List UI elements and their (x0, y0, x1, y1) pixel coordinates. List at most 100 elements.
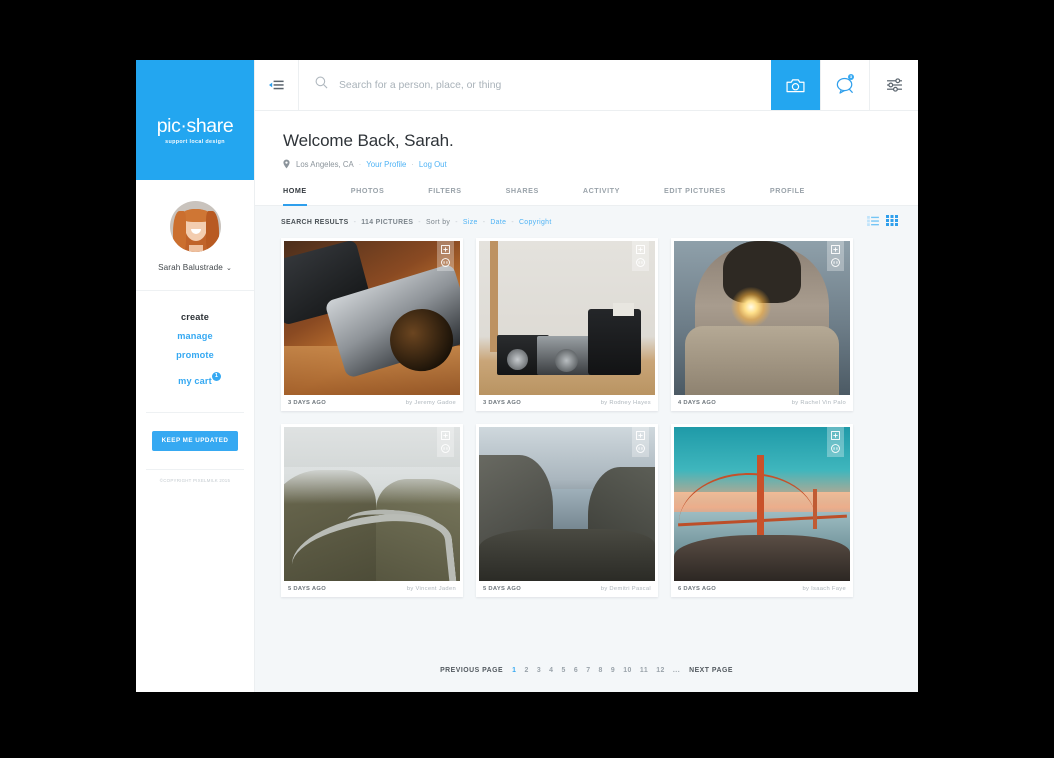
tab-activity[interactable]: ACTIVITY (583, 186, 620, 206)
collapse-menu-icon[interactable] (255, 60, 299, 110)
share-circle-icon[interactable] (831, 443, 841, 453)
welcome-section: Welcome Back, Sarah. Los Angeles, CA · Y… (255, 111, 918, 169)
photo-author: by Jeremy Gadoe (405, 400, 456, 406)
add-to-collection-icon[interactable] (441, 430, 451, 440)
results-separator: - (511, 218, 514, 226)
photo-actions (632, 427, 649, 457)
tab-photos[interactable]: PHOTOS (351, 186, 385, 206)
sidebar-item-create[interactable]: create (136, 312, 254, 332)
logo-wordmark: pic·share (156, 114, 234, 137)
photo-actions (827, 427, 844, 457)
photo-thumbnail[interactable] (284, 241, 460, 395)
add-to-collection-icon[interactable] (636, 244, 646, 254)
photo-thumbnail[interactable] (674, 427, 850, 581)
camera-icon[interactable] (771, 60, 820, 110)
log-out-link[interactable]: Log Out (419, 160, 447, 169)
photo-grid: 3 DAYS AGO by Jeremy Gadoe 3 DAYS AGO by… (255, 238, 918, 597)
your-profile-link[interactable]: Your Profile (366, 160, 406, 169)
page-ellipsis: ... (672, 666, 681, 674)
results-toolbar: SEARCH RESULTS - 114 PICTURES - Sort by … (255, 206, 918, 238)
add-to-collection-icon[interactable] (831, 244, 841, 254)
location-pin-icon (283, 159, 290, 169)
tab-edit-pictures[interactable]: EDIT PICTURES (664, 186, 726, 206)
page-number-9[interactable]: 9 (611, 667, 615, 674)
copyright-text: ©COPYRIGHT PIXELMILK 2015 (159, 477, 231, 483)
photo-date: 5 DAYS AGO (483, 586, 522, 592)
photo-card[interactable]: 3 DAYS AGO by Jeremy Gadoe (281, 238, 463, 411)
sliders-icon[interactable] (869, 60, 918, 110)
view-toggles (867, 213, 898, 231)
add-to-collection-icon[interactable] (636, 430, 646, 440)
results-separator: - (353, 218, 357, 226)
search-icon (315, 76, 328, 94)
tab-profile[interactable]: PROFILE (770, 186, 805, 206)
share-circle-icon[interactable] (831, 257, 841, 267)
page-number-7[interactable]: 7 (586, 667, 590, 674)
photo-card[interactable]: 4 DAYS AGO by Rachel Vin Palo (671, 238, 853, 411)
page-number-11[interactable]: 11 (640, 667, 648, 674)
avatar[interactable] (169, 201, 221, 252)
page-number-12[interactable]: 12 (656, 667, 665, 674)
search-area (299, 60, 771, 110)
sidebar-item-my-cart-label: my cart (178, 375, 212, 386)
welcome-meta: Los Angeles, CA · Your Profile · Log Out (283, 159, 918, 169)
page-number-1[interactable]: 1 (512, 667, 516, 674)
profile-name-dropdown[interactable]: Sarah Balustrade ⌄ (158, 263, 232, 272)
sidebar-item-manage[interactable]: manage (136, 332, 254, 351)
photo-caption: 4 DAYS AGO by Rachel Vin Palo (674, 395, 850, 411)
sidebar-item-my-cart[interactable]: my cart 1 (178, 371, 221, 396)
page-number-4[interactable]: 4 (549, 667, 553, 674)
page-number-8[interactable]: 8 (599, 667, 603, 674)
photo-author: by Rachel Vin Palo (791, 400, 846, 406)
photo-card[interactable]: 6 DAYS AGO by Isaach Faye (671, 424, 853, 597)
tab-shares[interactable]: SHARES (506, 186, 539, 206)
page-number-2[interactable]: 2 (524, 667, 528, 674)
copyright-divider (146, 468, 244, 470)
next-page-button[interactable]: NEXT PAGE (689, 667, 733, 674)
list-view-icon[interactable] (867, 213, 879, 231)
previous-page-button[interactable]: PREVIOUS PAGE (440, 667, 503, 674)
sidebar-divider (146, 411, 244, 413)
add-to-collection-icon[interactable] (441, 244, 451, 254)
share-circle-icon[interactable] (636, 443, 646, 453)
photo-thumbnail[interactable] (479, 427, 655, 581)
photo-card[interactable]: 5 DAYS AGO by Vincent Jaden (281, 424, 463, 597)
photo-caption: 6 DAYS AGO by Isaach Faye (674, 581, 850, 597)
chat-bubble-icon[interactable]: 3 (820, 60, 869, 110)
photo-thumbnail[interactable] (674, 241, 850, 395)
photo-card[interactable]: 5 DAYS AGO by Demitri Pascal (476, 424, 658, 597)
photo-thumbnail[interactable] (479, 241, 655, 395)
photo-card[interactable]: 3 DAYS AGO by Rodney Hayes (476, 238, 658, 411)
sort-option-size[interactable]: Size (463, 219, 478, 226)
share-circle-icon[interactable] (441, 443, 451, 453)
photo-author: by Demitri Pascal (600, 586, 651, 592)
share-circle-icon[interactable] (636, 257, 646, 267)
sidebar-nav: create manage promote my cart 1 (136, 291, 254, 396)
logo-panel[interactable]: pic·share support local design (136, 60, 254, 180)
results-separator: - (482, 218, 486, 226)
grid-view-icon[interactable] (886, 213, 898, 231)
photo-caption: 5 DAYS AGO by Vincent Jaden (284, 581, 460, 597)
tab-home[interactable]: HOME (283, 186, 307, 206)
share-circle-icon[interactable] (441, 257, 451, 267)
photo-thumbnail[interactable] (284, 427, 460, 581)
sidebar-item-promote[interactable]: promote (136, 351, 254, 370)
sort-option-copyright[interactable]: Copyright (519, 219, 552, 226)
page-number-6[interactable]: 6 (574, 667, 578, 674)
page-number-5[interactable]: 5 (562, 667, 566, 674)
search-input[interactable] (339, 79, 771, 91)
sort-by-label: Sort by (425, 218, 451, 226)
page-number-10[interactable]: 10 (623, 667, 632, 674)
page-number-3[interactable]: 3 (537, 667, 541, 674)
results-meta: SEARCH RESULTS - 114 PICTURES - Sort by … (281, 219, 552, 226)
app-window: pic·share support local design Sarah Bal… (136, 60, 918, 692)
meta-separator: · (358, 159, 362, 169)
tab-filters[interactable]: FILTERS (428, 186, 461, 206)
add-to-collection-icon[interactable] (831, 430, 841, 440)
chevron-down-icon: ⌄ (225, 264, 232, 272)
pagination: PREVIOUS PAGE 1 2 3 4 5 6 7 8 9 10 11 12… (255, 648, 918, 692)
keep-me-updated-button[interactable]: KEEP ME UPDATED (152, 430, 238, 451)
sort-option-date[interactable]: Date (490, 219, 506, 226)
results-separator: - (418, 218, 421, 226)
user-location: Los Angeles, CA (296, 159, 354, 169)
